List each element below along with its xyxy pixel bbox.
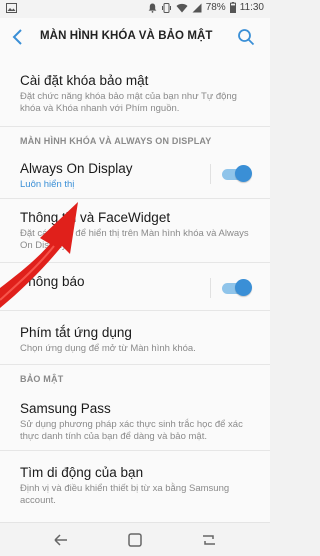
samsung-pass-subtitle: Sử dụng phương pháp xác thực sinh trắc h…	[20, 419, 243, 442]
separator	[210, 278, 211, 298]
battery-percent: 78%	[205, 2, 226, 13]
gallery-icon	[6, 3, 17, 13]
divider	[0, 198, 270, 199]
shortcuts-subtitle: Chọn ứng dụng để mở từ Màn hình khóa.	[20, 343, 196, 354]
samsung-pass-title: Samsung Pass	[20, 401, 111, 416]
shortcuts-item[interactable]: Phím tắt ứng dụng Chọn ứng dụng để mở từ…	[0, 314, 270, 360]
lock-settings-title: Cài đặt khóa bảo mật	[20, 73, 149, 88]
toggle-knob	[235, 279, 252, 296]
status-bar: 78% 11:30	[0, 0, 270, 18]
app-bar: MÀN HÌNH KHÓA VÀ BẢO MẬT	[0, 18, 270, 56]
find-device-title: Tìm di động của bạn	[20, 465, 144, 480]
find-device-subtitle: Định vị và điều khiển thiết bị từ xa bằn…	[20, 483, 230, 506]
aod-title: Always On Display	[20, 161, 133, 176]
signal-icon	[192, 3, 202, 12]
divider	[0, 364, 270, 365]
lock-settings-item[interactable]: Cài đặt khóa bảo mật Đặt chức năng khóa …	[0, 56, 270, 114]
toggle-knob	[235, 165, 252, 182]
back-nav-icon[interactable]	[52, 531, 70, 549]
home-icon[interactable]	[126, 531, 144, 549]
section-aod-header: MÀN HÌNH KHÓA VÀ ALWAYS ON DISPLAY	[20, 136, 212, 146]
page-title: MÀN HÌNH KHÓA VÀ BẢO MẬT	[40, 30, 213, 42]
separator	[210, 164, 211, 184]
lock-settings-subtitle: Đặt chức năng khóa bảo mật của bạn như T…	[20, 91, 237, 114]
clock: 11:30	[239, 2, 264, 13]
navigation-bar	[0, 522, 270, 556]
aod-subtitle: Luôn hiển thị	[20, 179, 75, 190]
vibrate-icon	[161, 2, 171, 13]
samsung-pass-item[interactable]: Samsung Pass Sử dụng phương pháp xác thự…	[0, 390, 270, 446]
wifi-icon	[176, 3, 188, 13]
notifications-toggle[interactable]	[220, 279, 252, 297]
recents-icon[interactable]	[200, 531, 218, 549]
aod-item[interactable]: Always On Display Luôn hiển thị	[0, 154, 270, 194]
find-device-item[interactable]: Tìm di động của bạn Định vị và điều khiể…	[0, 454, 270, 510]
back-arrow-icon[interactable]	[8, 27, 28, 47]
divider	[0, 450, 270, 451]
notification-icon	[148, 3, 157, 13]
screen: 78% 11:30 MÀN HÌNH KHÓA VÀ BẢO MẬT Cài đ…	[0, 0, 270, 556]
red-arrow-annotation	[0, 202, 78, 308]
divider	[0, 310, 270, 311]
aod-toggle[interactable]	[220, 165, 252, 183]
battery-icon	[229, 2, 236, 13]
divider	[0, 126, 270, 127]
search-icon[interactable]	[236, 27, 256, 47]
section-security-header: BẢO MẬT	[20, 374, 64, 384]
shortcuts-title: Phím tắt ứng dụng	[20, 325, 132, 340]
